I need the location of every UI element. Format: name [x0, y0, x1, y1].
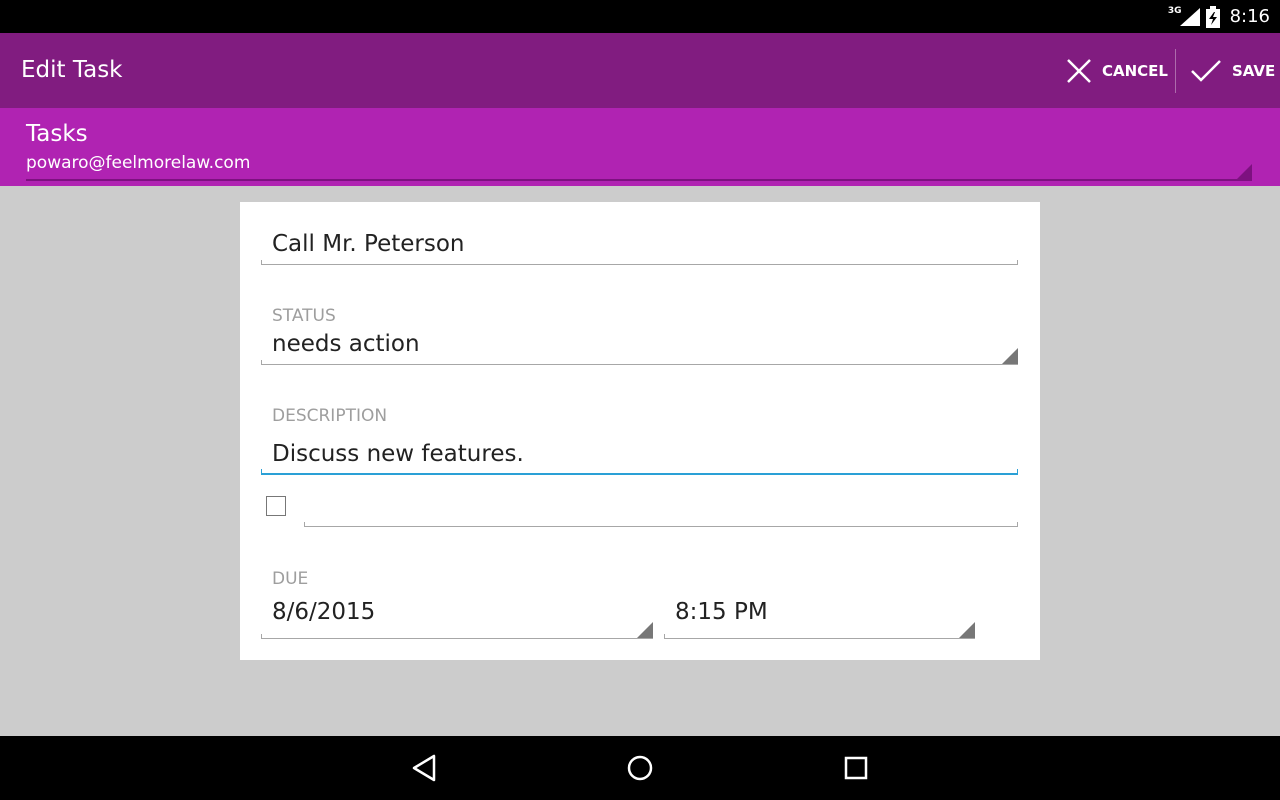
description-input[interactable]: Discuss new features.	[272, 441, 524, 467]
page-title: Edit Task	[21, 57, 123, 83]
due-date-underline	[261, 634, 653, 639]
status-dropdown-corner-icon	[1002, 348, 1018, 364]
back-icon	[412, 754, 436, 782]
home-icon	[627, 755, 653, 781]
due-time-corner-icon	[959, 622, 975, 638]
recents-button[interactable]	[836, 750, 876, 786]
task-title-input[interactable]: Call Mr. Peterson	[272, 231, 465, 257]
account-email: powaro@feelmorelaw.com	[26, 153, 251, 173]
action-divider	[1175, 49, 1176, 93]
account-title: Tasks	[26, 121, 88, 147]
status-underline	[261, 360, 1018, 365]
dropdown-corner-icon	[1237, 164, 1252, 179]
network-type: 3G	[1167, 5, 1182, 16]
action-bar: Edit Task CANCEL SAVE	[0, 33, 1280, 108]
screen: 3G 8:16 Edit Task CANCEL SAVE Tasks powa…	[0, 0, 1280, 800]
cancel-label: CANCEL	[1102, 61, 1168, 80]
save-button[interactable]: SAVE	[1190, 33, 1275, 108]
status-dropdown[interactable]: needs action	[272, 331, 420, 357]
due-date-corner-icon	[637, 622, 653, 638]
checklist-checkbox[interactable]	[266, 496, 286, 516]
checklist-underline	[304, 522, 1018, 527]
task-form-card: Call Mr. Peterson STATUS needs action DE…	[240, 202, 1040, 660]
status-icons: 3G 8:16	[1168, 0, 1270, 33]
due-date-picker[interactable]: 8/6/2015	[272, 599, 375, 625]
recents-icon	[844, 756, 868, 780]
account-spinner[interactable]: Tasks powaro@feelmorelaw.com	[0, 108, 1280, 186]
checkmark-icon	[1191, 59, 1221, 82]
cancel-button[interactable]: CANCEL	[1066, 33, 1168, 108]
description-underline	[261, 469, 1018, 475]
due-time-picker[interactable]: 8:15 PM	[675, 599, 768, 625]
status-label: STATUS	[272, 306, 336, 326]
due-time-underline	[664, 634, 975, 639]
save-label: SAVE	[1232, 61, 1276, 80]
signal-icon	[1179, 7, 1200, 26]
description-label: DESCRIPTION	[272, 406, 388, 426]
task-title-underline	[261, 260, 1018, 265]
back-button[interactable]	[404, 750, 444, 786]
status-bar: 3G 8:16	[0, 0, 1280, 33]
clock: 8:16	[1229, 6, 1270, 27]
home-button[interactable]	[620, 750, 660, 786]
due-label: DUE	[272, 569, 309, 589]
navigation-bar	[0, 736, 1280, 800]
account-underline	[26, 179, 1252, 181]
checklist-item-input[interactable]	[314, 492, 1014, 520]
close-icon	[1067, 58, 1091, 83]
battery-charging-icon	[1205, 5, 1220, 28]
